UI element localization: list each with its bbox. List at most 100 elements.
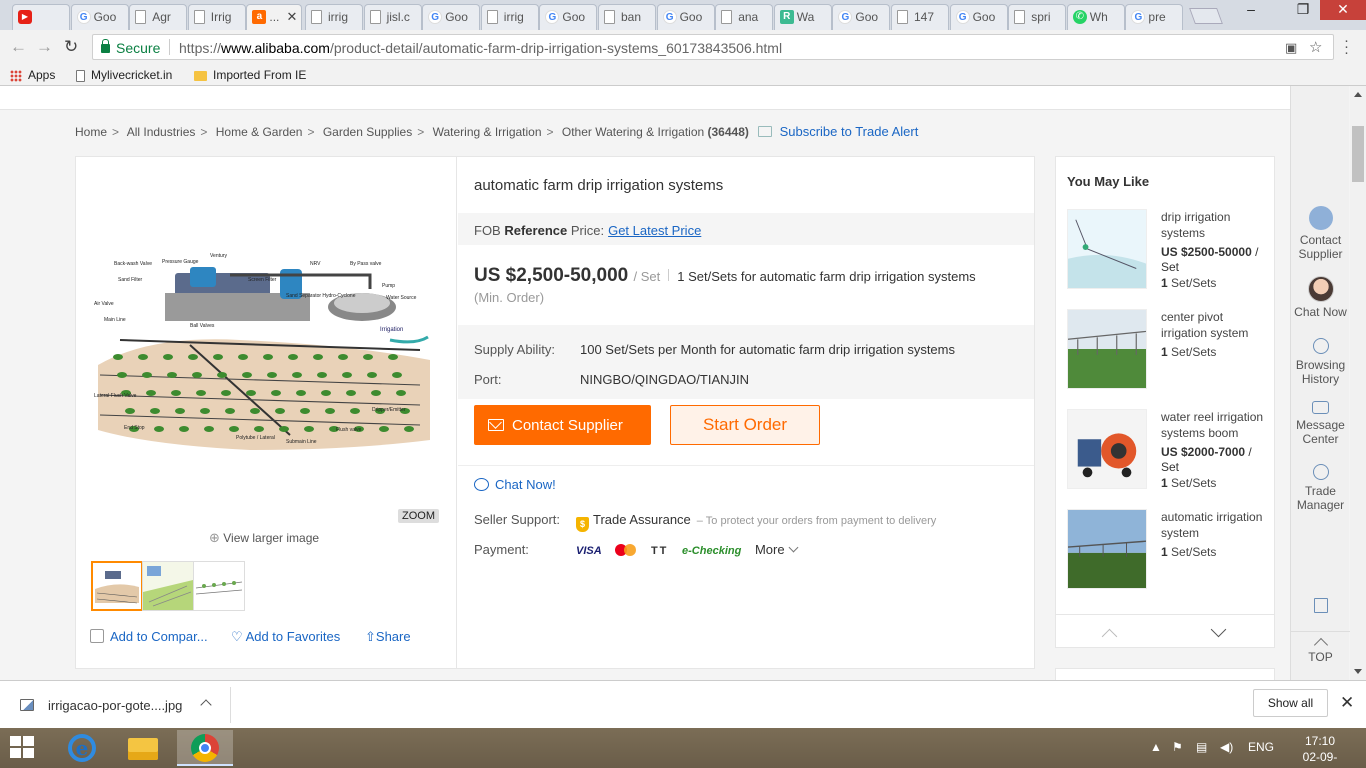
blocked-popup-icon[interactable]: ▣ — [1285, 40, 1297, 56]
window-close-button[interactable]: ✕ — [1320, 0, 1366, 20]
browser-tab[interactable]: 147 — [891, 4, 949, 30]
trade-assurance-link[interactable]: Trade Assurance — [593, 512, 691, 527]
add-to-favorites-link[interactable]: ♡ Add to Favorites — [231, 629, 340, 645]
network-icon[interactable]: ▤ — [1196, 740, 1207, 754]
restore-button[interactable]: ❐ — [1288, 0, 1318, 20]
close-shelf-icon[interactable]: ✕ — [1340, 693, 1354, 713]
browser-tab[interactable]: irrig — [480, 4, 539, 30]
browser-tab[interactable]: ✆ Wh — [1066, 4, 1125, 30]
new-tab-button[interactable] — [1189, 8, 1223, 24]
compare-checkbox[interactable] — [90, 629, 104, 643]
scroll-down-arrow-icon[interactable] — [1210, 621, 1227, 638]
bookmark-imported-from-ie[interactable]: Imported From IE — [194, 68, 306, 82]
taskbar-file-explorer[interactable] — [114, 730, 170, 766]
browser-tab[interactable]: G Goo — [70, 4, 129, 30]
show-all-button[interactable]: Show all — [1253, 689, 1328, 717]
chat-now-link[interactable]: Chat Now! — [474, 477, 556, 492]
browser-tab[interactable]: a... ✕ — [246, 4, 303, 31]
envelope-circle-icon — [1308, 206, 1333, 230]
recommended-item-moq: 1 Set/Sets — [1161, 476, 1217, 490]
sidebar-message-center[interactable]: Message Center — [1291, 401, 1350, 446]
show-hidden-icons-icon[interactable]: ▲ — [1150, 740, 1162, 754]
subscribe-trade-alert-link[interactable]: Subscribe to Trade Alert — [780, 124, 919, 139]
tab-close-icon[interactable]: ✕ — [286, 9, 297, 25]
browser-tab[interactable]: G Goo — [539, 4, 598, 30]
browser-tab[interactable]: R Wa — [773, 4, 832, 30]
recommended-item-name: automatic irrigation system — [1161, 510, 1263, 540]
bookmark-star-icon[interactable]: ☆ — [1309, 38, 1322, 56]
browser-tab[interactable]: G Goo — [832, 4, 891, 30]
back-to-top-button[interactable]: TOP — [1291, 631, 1350, 671]
plant-shape — [179, 426, 189, 432]
forward-icon[interactable]: → — [36, 37, 53, 57]
more-payment-toggle[interactable]: More — [755, 542, 799, 557]
plant-shape — [213, 354, 223, 360]
language-indicator[interactable]: ENG — [1248, 740, 1274, 754]
sidebar-contact-supplier[interactable]: Contact Supplier — [1291, 206, 1350, 261]
mail-icon[interactable] — [758, 126, 773, 137]
browser-tab[interactable]: ana — [715, 4, 774, 30]
recommended-item[interactable]: center pivot irrigation system 1 Set/Set… — [1067, 309, 1272, 389]
action-center-icon[interactable]: ⚑ — [1172, 740, 1183, 754]
recommended-item[interactable]: automatic irrigation system 1 Set/Sets — [1067, 509, 1272, 589]
breadcrumb-watering-irrigation[interactable]: Watering & Irrigation — [433, 125, 542, 139]
share-link[interactable]: ⇧Share — [365, 629, 411, 645]
google-icon: G — [428, 10, 443, 24]
browser-tab[interactable]: Irrig — [187, 4, 246, 30]
breadcrumb-other-watering[interactable]: Other Watering & Irrigation — [562, 125, 704, 139]
url-text[interactable]: https://www.alibaba.com/product-detail/a… — [179, 40, 782, 56]
browser-tab[interactable]: G Goo — [422, 4, 481, 30]
zoom-badge[interactable]: ZOOM — [398, 509, 439, 523]
breadcrumb-home[interactable]: Home — [75, 125, 107, 139]
browser-tab[interactable]: ▶ — [12, 4, 70, 30]
chrome-menu-icon[interactable]: · · · — [1344, 33, 1349, 60]
browser-tab[interactable]: jisl.c — [363, 4, 422, 30]
back-icon[interactable]: ← — [10, 37, 27, 57]
browser-tab[interactable]: G Goo — [949, 4, 1008, 30]
get-latest-price-link[interactable]: Get Latest Price — [608, 223, 701, 238]
browser-tab[interactable]: G Goo — [656, 4, 715, 30]
recommended-item[interactable]: drip irrigation systems US $2500-50000 /… — [1067, 209, 1272, 290]
reload-icon[interactable]: ↻ — [64, 37, 78, 57]
breadcrumb-garden-supplies[interactable]: Garden Supplies — [323, 125, 412, 139]
sidebar-chat-now[interactable]: Chat Now — [1291, 276, 1350, 319]
sidebar-browsing-history[interactable]: Browsing History — [1291, 338, 1350, 386]
browser-tab[interactable]: irrig — [305, 4, 363, 30]
thumbnail-1[interactable] — [91, 561, 143, 611]
scroll-up-arrow-icon[interactable] — [1101, 628, 1118, 645]
windows-start-icon[interactable] — [10, 736, 36, 760]
sidebar-trade-manager[interactable]: Trade Manager — [1291, 464, 1350, 512]
scroll-up-icon[interactable] — [1354, 92, 1362, 97]
sidebar-feedback[interactable] — [1291, 598, 1350, 617]
browser-tab[interactable]: Gpre — [1125, 4, 1184, 30]
download-item[interactable]: irrigacao-por-gote....jpg — [20, 698, 182, 713]
breadcrumb-all-industries[interactable]: All Industries — [127, 125, 196, 139]
secure-indicator[interactable]: Secure — [101, 39, 160, 56]
system-clock[interactable]: 17:1002-09-2017 — [1290, 733, 1350, 768]
taskbar-chrome[interactable] — [177, 730, 233, 766]
browser-tab[interactable]: ban — [598, 4, 656, 30]
main-product-image[interactable]: Back-wash Valve Pressure Gauge Ventury S… — [90, 245, 436, 455]
bookmark-mylivecricket[interactable]: Mylivecricket.in — [76, 68, 172, 82]
vertical-scrollbar[interactable] — [1350, 86, 1366, 680]
bookmark-apps[interactable]: Apps — [10, 68, 55, 82]
download-options-chevron-icon[interactable] — [200, 699, 212, 711]
browser-tab[interactable]: spri — [1008, 4, 1067, 30]
recommended-item[interactable]: water reel irrigation systems boom US $2… — [1067, 409, 1272, 490]
scrollbar-thumb[interactable] — [1352, 126, 1364, 182]
add-to-compare[interactable]: Add to Compar... — [90, 629, 208, 644]
thumbnail-3[interactable] — [193, 561, 245, 611]
view-larger-image-link[interactable]: ⊕ View larger image — [209, 530, 319, 546]
taskbar-internet-explorer[interactable]: e — [54, 730, 110, 766]
thumbnail-2[interactable] — [142, 561, 194, 611]
scroll-down-icon[interactable] — [1354, 669, 1362, 674]
product-gallery: Back-wash Valve Pressure Gauge Ventury S… — [76, 157, 457, 668]
address-bar[interactable]: Secure https://www.alibaba.com/product-d… — [92, 34, 1334, 60]
minimize-button[interactable]: – — [1236, 0, 1266, 20]
breadcrumb-home-garden[interactable]: Home & Garden — [216, 125, 303, 139]
thumbnail-image — [194, 562, 244, 610]
browser-tab[interactable]: Agr — [129, 4, 188, 30]
contact-supplier-button[interactable]: Contact Supplier — [474, 405, 651, 445]
volume-icon[interactable]: ◀) — [1220, 740, 1233, 754]
start-order-button[interactable]: Start Order — [670, 405, 820, 445]
